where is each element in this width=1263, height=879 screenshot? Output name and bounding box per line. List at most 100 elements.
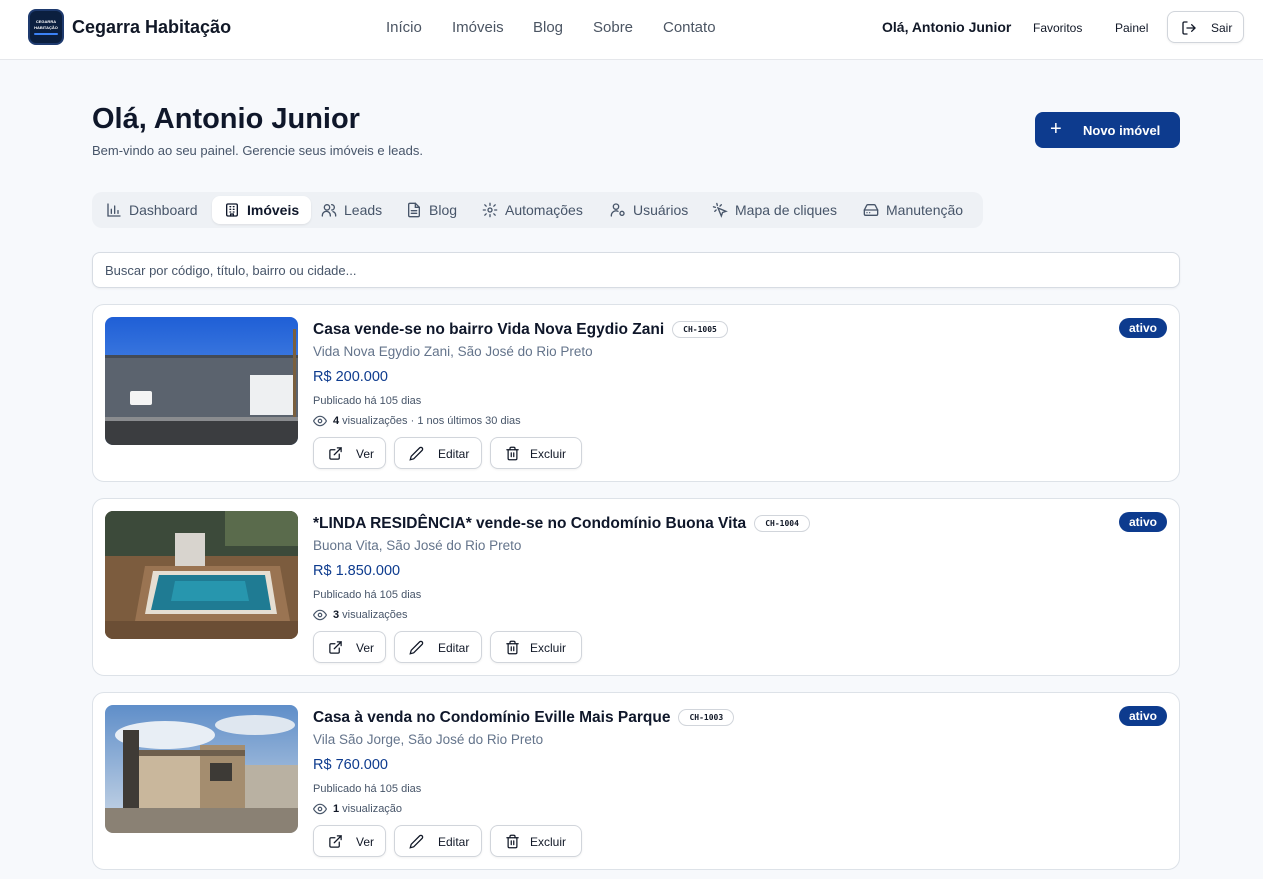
views-count: 4 bbox=[333, 415, 340, 427]
tab-label: Imóveis bbox=[247, 202, 300, 218]
brand-logo[interactable]: CEGARRA HABITAÇÃO bbox=[28, 9, 64, 45]
property-views: 4 visualizações · 1 nos últimos 30 dias bbox=[313, 414, 521, 428]
view-label: Ver bbox=[356, 447, 375, 461]
property-published: Publicado há 105 dias bbox=[313, 395, 422, 407]
dashboard-tabs: Dashboard Imóveis Leads Blog Automações … bbox=[92, 192, 983, 228]
new-property-button[interactable]: + Novo imóvel bbox=[1035, 112, 1180, 148]
pointer-click-icon bbox=[712, 202, 728, 218]
view-button[interactable]: Ver bbox=[313, 437, 386, 469]
page-subtitle: Bem-vindo ao seu painel. Gerencie seus i… bbox=[92, 143, 423, 158]
view-button[interactable]: Ver bbox=[313, 825, 386, 857]
status-badge: ativo bbox=[1118, 512, 1167, 532]
tab-leads[interactable]: Leads bbox=[321, 196, 382, 224]
trash-icon bbox=[506, 640, 519, 655]
property-code-badge: CH-1003 bbox=[678, 709, 735, 726]
nav-imoveis[interactable]: Imóveis bbox=[452, 19, 504, 36]
logout-icon bbox=[1182, 21, 1196, 35]
new-property-label: Novo imóvel bbox=[1083, 123, 1161, 138]
views-count: 3 bbox=[333, 609, 340, 621]
delete-label: Excluir bbox=[530, 835, 567, 849]
property-code-badge: CH-1005 bbox=[672, 321, 728, 338]
view-label: Ver bbox=[356, 641, 375, 655]
property-published: Publicado há 105 dias bbox=[313, 589, 422, 601]
views-text: visualizações · 1 nos últimos 30 dias bbox=[342, 415, 521, 427]
pencil-icon bbox=[409, 446, 424, 461]
property-card: *LINDA RESIDÊNCIA* vende-se no Condomíni… bbox=[92, 498, 1180, 676]
painel-link[interactable]: Painel bbox=[1115, 21, 1148, 35]
eye-icon bbox=[313, 415, 327, 427]
plus-icon: + bbox=[1050, 118, 1062, 140]
property-price: R$ 1.850.000 bbox=[313, 563, 401, 579]
edit-label: Editar bbox=[438, 447, 470, 461]
page-title: Olá, Antonio Junior bbox=[92, 103, 360, 135]
property-location: Vida Nova Egydio Zani, São José do Rio P… bbox=[313, 344, 593, 359]
tab-mapa-de-cliques[interactable]: Mapa de cliques bbox=[712, 196, 837, 224]
favoritos-link[interactable]: Favoritos bbox=[1033, 21, 1082, 35]
trash-icon bbox=[506, 446, 519, 461]
tab-label: Manutenção bbox=[886, 202, 964, 218]
edit-button[interactable]: Editar bbox=[394, 437, 482, 469]
property-thumbnail[interactable] bbox=[105, 705, 298, 833]
status-badge: ativo bbox=[1118, 706, 1167, 726]
property-views: 1 visualização bbox=[313, 802, 402, 816]
users-icon bbox=[321, 204, 337, 217]
delete-button[interactable]: Excluir bbox=[490, 437, 582, 469]
property-title-text: Casa vende-se no bairro Vida Nova Egydio… bbox=[313, 321, 665, 338]
tab-usuarios[interactable]: Usuários bbox=[610, 196, 688, 224]
tab-label: Automações bbox=[505, 202, 583, 218]
delete-button[interactable]: Excluir bbox=[490, 631, 582, 663]
tab-label: Usuários bbox=[633, 202, 689, 218]
edit-button[interactable]: Editar bbox=[394, 825, 482, 857]
property-card: Casa à venda no Condomínio Eville Mais P… bbox=[92, 692, 1180, 870]
nav-sobre[interactable]: Sobre bbox=[593, 19, 633, 36]
eye-icon bbox=[313, 803, 327, 815]
tab-label: Blog bbox=[429, 202, 458, 218]
gear-icon bbox=[482, 202, 498, 218]
eye-icon bbox=[313, 609, 327, 621]
views-count: 1 bbox=[333, 803, 340, 815]
delete-label: Excluir bbox=[530, 447, 567, 461]
property-card: Casa vende-se no bairro Vida Nova Egydio… bbox=[92, 304, 1180, 482]
views-text: visualização bbox=[342, 803, 403, 815]
property-title[interactable]: Casa à venda no Condomínio Eville Mais P… bbox=[313, 709, 735, 727]
external-link-icon bbox=[329, 835, 342, 848]
bar-chart-icon bbox=[107, 203, 121, 217]
property-title-text: *LINDA RESIDÊNCIA* vende-se no Condomíni… bbox=[313, 515, 747, 532]
nav-contato[interactable]: Contato bbox=[663, 19, 716, 36]
views-text: visualizações bbox=[342, 609, 408, 621]
tab-manutencao[interactable]: Manutenção bbox=[863, 196, 963, 224]
property-price: R$ 200.000 bbox=[313, 369, 388, 385]
nav-inicio[interactable]: Início bbox=[386, 19, 422, 36]
logout-button[interactable]: Sair bbox=[1167, 11, 1244, 43]
file-text-icon bbox=[408, 202, 420, 218]
hard-drive-icon bbox=[863, 204, 879, 216]
edit-button[interactable]: Editar bbox=[394, 631, 482, 663]
search-input[interactable] bbox=[92, 252, 1180, 288]
tab-imoveis[interactable]: Imóveis bbox=[212, 196, 312, 224]
tab-label: Dashboard bbox=[129, 202, 198, 218]
edit-label: Editar bbox=[438, 641, 470, 655]
top-navbar: CEGARRA HABITAÇÃO Cegarra Habitação Iníc… bbox=[0, 0, 1263, 60]
external-link-icon bbox=[329, 447, 342, 460]
edit-label: Editar bbox=[438, 835, 470, 849]
property-views: 3 visualizações bbox=[313, 608, 408, 622]
property-thumbnail[interactable] bbox=[105, 511, 298, 639]
tab-automacoes[interactable]: Automações bbox=[482, 196, 583, 224]
nav-blog[interactable]: Blog bbox=[533, 19, 563, 36]
delete-button[interactable]: Excluir bbox=[490, 825, 582, 857]
brand-name[interactable]: Cegarra Habitação bbox=[72, 17, 231, 38]
logo-text: CEGARRA HABITAÇÃO bbox=[34, 19, 58, 30]
external-link-icon bbox=[329, 641, 342, 654]
user-greeting: Olá, Antonio Junior bbox=[882, 19, 1012, 35]
view-button[interactable]: Ver bbox=[313, 631, 386, 663]
property-title[interactable]: Casa vende-se no bairro Vida Nova Egydio… bbox=[313, 321, 728, 339]
tab-label: Leads bbox=[344, 202, 383, 218]
property-published: Publicado há 105 dias bbox=[313, 783, 422, 795]
property-location: Buona Vita, São José do Rio Preto bbox=[313, 538, 522, 553]
tab-blog[interactable]: Blog bbox=[406, 196, 457, 224]
property-thumbnail[interactable] bbox=[105, 317, 298, 445]
status-badge: ativo bbox=[1118, 318, 1167, 338]
property-location: Vila São Jorge, São José do Rio Preto bbox=[313, 732, 544, 747]
tab-dashboard[interactable]: Dashboard bbox=[106, 196, 198, 224]
property-title[interactable]: *LINDA RESIDÊNCIA* vende-se no Condomíni… bbox=[313, 515, 810, 533]
